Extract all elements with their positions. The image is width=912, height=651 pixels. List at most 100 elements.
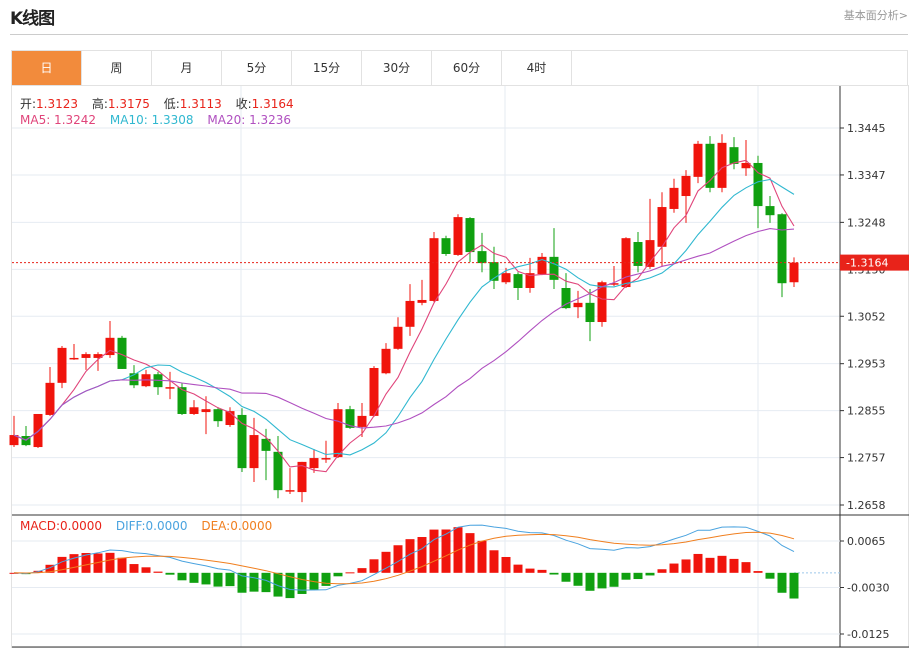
macd-bar (525, 568, 535, 573)
candle-body (333, 409, 343, 458)
macd-tick-label: -0.0030 (847, 582, 889, 595)
macd-bar (597, 572, 607, 589)
close-value: 1.3164 (251, 97, 294, 111)
current-price-label: -1.3164 (846, 257, 888, 270)
ohlc-legend: 开:1.3123 高:1.3175 低:1.3113 收:1.3164 (20, 95, 294, 112)
candle (789, 257, 799, 288)
candle (189, 400, 199, 415)
open-label: 开: (20, 97, 37, 111)
macd-bar (657, 569, 667, 573)
candle (69, 344, 79, 360)
macd-bar (129, 564, 139, 573)
macd-bar (177, 572, 187, 581)
candle (273, 436, 283, 499)
macd-bar (717, 555, 727, 573)
candle (405, 284, 415, 336)
macd-bar (513, 564, 523, 573)
macd-bar (261, 572, 271, 593)
candle-body (765, 206, 775, 216)
macd-bar (141, 567, 151, 573)
macd-bar (201, 572, 211, 585)
macd-legend-value: MACD:0.0000 (20, 519, 103, 533)
price-tick-label: 1.3248 (847, 216, 886, 229)
macd-bar (345, 572, 355, 574)
candle-body (369, 367, 379, 416)
macd-bar (729, 558, 739, 573)
candle-body (357, 415, 367, 427)
macd-bar (669, 563, 679, 573)
candle (549, 228, 559, 289)
candle (153, 371, 163, 395)
candle (81, 352, 91, 370)
candle (213, 407, 223, 427)
candle-body (705, 143, 715, 188)
macd-bar (153, 571, 163, 573)
candle-body (393, 326, 403, 349)
candle (633, 231, 643, 273)
open-value: 1.3123 (36, 97, 79, 111)
candle-body (405, 300, 415, 327)
candle-body (249, 435, 259, 469)
candle-body (693, 143, 703, 177)
macd-bar (369, 559, 379, 573)
macd-bar (189, 572, 199, 583)
candle-body (789, 262, 799, 283)
candle (357, 402, 367, 437)
ma5-legend: MA5: 1.3242 (20, 113, 97, 127)
candle-body (501, 273, 511, 283)
macd-bar (573, 572, 583, 586)
price-tick-label: 1.2953 (847, 358, 886, 371)
candle-body (273, 451, 283, 491)
candle (585, 288, 595, 342)
candle (513, 272, 523, 300)
candle (117, 335, 127, 369)
candle (753, 155, 763, 229)
candle-body (561, 287, 571, 309)
candle (321, 440, 331, 463)
low-value: 1.3113 (179, 97, 222, 111)
dea-legend-value: DEA:0.0000 (201, 519, 273, 533)
price-tick-label: 1.3445 (847, 122, 886, 135)
candle (261, 428, 271, 481)
candle (657, 192, 667, 267)
macd-bar (765, 572, 775, 579)
macd-bar (297, 572, 307, 594)
candle-body (729, 147, 739, 164)
macd-tick-label: -0.0125 (847, 628, 889, 641)
candle (453, 214, 463, 256)
macd-bar (105, 552, 115, 573)
ma20-legend: MA20: 1.3236 (207, 113, 292, 127)
macd-bar (753, 571, 763, 573)
macd-bar (225, 572, 235, 587)
candle-body (417, 299, 427, 303)
candle-body (309, 458, 319, 469)
macd-bar (501, 556, 511, 573)
candle (537, 253, 547, 276)
candle-body (381, 348, 391, 374)
macd-legend: MACD:0.0000 DIFF:0.0000 DEA:0.0000 (20, 519, 272, 533)
candle (45, 367, 55, 416)
candle (693, 140, 703, 184)
macd-bar (621, 572, 631, 580)
candle (765, 196, 775, 223)
diff-legend-value: DIFF:0.0000 (115, 519, 188, 533)
candle-body (477, 251, 487, 264)
candle-body (777, 214, 787, 284)
macd-bar (429, 529, 439, 573)
macd-bar (681, 559, 691, 573)
candle (417, 279, 427, 306)
candle (777, 213, 787, 298)
candle (717, 134, 727, 193)
candle-body (69, 357, 79, 360)
macd-bar (537, 569, 547, 573)
candle-body (189, 407, 199, 414)
candle-body (717, 142, 727, 188)
candle-body (453, 217, 463, 255)
price-tick-label: 1.3052 (847, 310, 886, 323)
macd-bar (585, 572, 595, 591)
candle-body (33, 413, 43, 448)
macd-bar (789, 572, 799, 599)
candle-body (585, 302, 595, 323)
macd-bar (477, 540, 487, 573)
candle (201, 396, 211, 435)
